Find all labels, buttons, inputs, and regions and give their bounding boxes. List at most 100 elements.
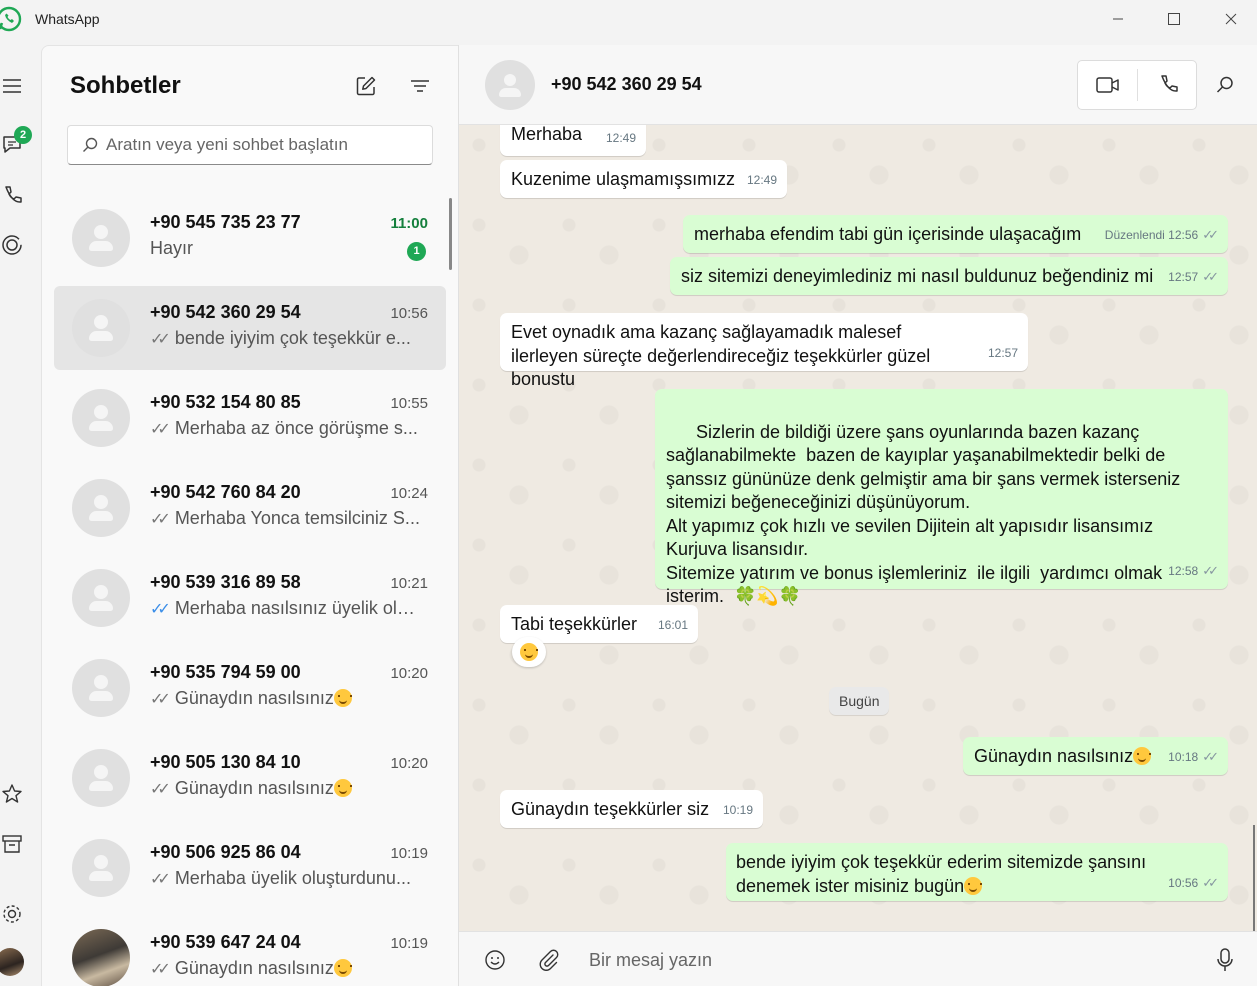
chat-preview-text: Günaydın nasılsınız <box>174 958 334 978</box>
message-time: 10:19 <box>722 802 753 817</box>
status-nav-button[interactable] <box>0 233 24 257</box>
chat-list-item[interactable]: +90 539 316 89 58 10:21 ✓✓ Merhaba nasılsın… <box>54 556 446 640</box>
chat-contact-name: +90 532 154 80 85 <box>150 392 301 412</box>
chat-list-item[interactable]: +90 545 735 23 77 11:00 Hayır 1 <box>54 196 446 280</box>
emoji-icon <box>485 950 505 970</box>
emoji-button[interactable] <box>483 948 507 972</box>
star-icon <box>2 784 22 803</box>
archived-chats-button[interactable] <box>0 832 24 856</box>
contact-name[interactable]: +90 542 360 29 54 <box>551 74 702 95</box>
chat-last-message: ✓✓ Günaydın nasılsınız <box>150 958 420 979</box>
message-text: siz sitemizi deneyimlediniz mi nasıl bul… <box>681 266 1154 286</box>
message-bubble-incoming[interactable]: Merhaba 12:49 <box>500 125 646 156</box>
conversation-scrollbar[interactable] <box>1253 825 1255 931</box>
message-bubble-outgoing[interactable]: Günaydın nasılsınız 10:18 ✓✓ <box>963 737 1228 775</box>
smiling-emoji-icon <box>964 876 983 895</box>
contact-avatar <box>72 479 130 537</box>
voice-call-button[interactable] <box>1138 61 1197 109</box>
conversation-header[interactable]: +90 542 360 29 54 <box>459 45 1257 125</box>
chat-list-item[interactable]: +90 535 794 59 00 10:20 ✓✓ Günaydın nasılsı… <box>54 646 446 730</box>
message-bubble-incoming[interactable]: Evet oynadık ama kazanç sağlayamadık mal… <box>500 313 1028 389</box>
settings-button[interactable] <box>0 902 24 926</box>
chat-preview-text: Merhaba Yonca temsilciniz S... <box>174 508 420 528</box>
chat-last-message: ✓✓ Merhaba Yonca temsilciniz S... <box>150 508 420 529</box>
voice-message-button[interactable] <box>1213 948 1237 972</box>
archive-icon <box>2 835 22 853</box>
delivered-receipt-icon: ✓✓ <box>150 691 171 708</box>
contact-avatar[interactable] <box>485 60 535 110</box>
chat-contact-name: +90 542 360 29 54 <box>150 302 301 322</box>
unread-count-badge: 1 <box>407 242 426 261</box>
contact-avatar <box>72 569 130 627</box>
chat-timestamp: 10:56 <box>390 305 428 322</box>
chat-timestamp: 10:19 <box>390 935 428 952</box>
message-bubble-incoming[interactable]: Kuzenime ulaşmamışsımızz 12:49 <box>500 160 787 198</box>
search-icon <box>83 137 98 152</box>
chat-search-box[interactable] <box>67 125 433 165</box>
filter-icon <box>411 80 429 92</box>
close-window-button[interactable] <box>1211 4 1251 34</box>
message-time: 16:01 <box>657 617 688 632</box>
attach-button[interactable] <box>537 948 561 972</box>
search-icon <box>1216 76 1233 93</box>
chat-search-input[interactable] <box>106 126 426 164</box>
chat-list-item[interactable]: +90 542 760 84 20 10:24 ✓✓ Merhaba Yonca te… <box>54 466 446 550</box>
chat-list-item[interactable]: +90 539 647 24 04 10:19 ✓✓ Günaydın nasılsı… <box>54 916 446 986</box>
chat-timestamp: 10:20 <box>390 755 428 772</box>
message-input[interactable] <box>589 940 1189 980</box>
message-time: 10:56 ✓✓ <box>1168 874 1219 890</box>
conversation-panel: +90 542 360 29 54 Merhaba 12:49 Kuzenime… <box>458 45 1257 986</box>
delivered-receipt-icon: ✓✓ <box>150 421 171 438</box>
chat-list-scrollbar[interactable] <box>449 198 452 270</box>
message-bubble-outgoing[interactable]: Sizlerin de bildiği üzere şans oyunların… <box>655 389 1228 606</box>
chat-last-message: ✓✓ Merhaba az önce görüşme s... <box>150 418 420 439</box>
chat-list-item[interactable]: +90 532 154 80 85 10:55 ✓✓ Merhaba az önce … <box>54 376 446 460</box>
maximize-button[interactable] <box>1154 4 1194 34</box>
filter-chats-button[interactable] <box>408 74 432 98</box>
message-time: 12:57 ✓✓ <box>1168 268 1219 284</box>
message-time: 12:49 <box>605 130 636 145</box>
contact-avatar <box>72 929 130 986</box>
chat-contact-name: +90 505 130 84 10 <box>150 752 301 772</box>
smiling-emoji-icon <box>1133 747 1152 765</box>
chat-contact-name: +90 539 647 24 04 <box>150 932 301 952</box>
smiling-emoji-icon <box>333 689 352 707</box>
chat-last-message: ✓✓ Merhaba nasılsınız üyelik olu... <box>150 598 420 619</box>
close-icon <box>1225 13 1237 25</box>
whatsapp-logo-icon <box>0 6 22 32</box>
profile-avatar[interactable] <box>0 948 24 976</box>
video-camera-icon <box>1095 77 1119 93</box>
chat-timestamp: 11:00 <box>390 215 428 232</box>
smiling-emoji-icon <box>333 959 352 977</box>
minimize-button[interactable] <box>1098 4 1138 34</box>
message-bubble-outgoing[interactable]: merhaba efendim tabi gün içerisinde ulaş… <box>683 215 1228 253</box>
message-text: merhaba efendim tabi gün içerisinde ulaş… <box>694 224 1082 244</box>
contact-avatar <box>72 749 130 807</box>
message-text: Günaydın teşekkürler siz <box>511 799 710 819</box>
chats-unread-badge: 2 <box>14 126 32 144</box>
delivered-receipt-icon: ✓✓ <box>150 331 171 348</box>
message-area: Merhaba 12:49 Kuzenime ulaşmamışsımızz 1… <box>459 125 1257 931</box>
menu-button[interactable] <box>0 74 24 98</box>
message-reaction[interactable] <box>512 637 546 667</box>
message-bubble-incoming[interactable]: Günaydın teşekkürler siz 10:19 <box>500 790 763 828</box>
chat-preview-text: Günaydın nasılsınız <box>174 688 334 708</box>
chat-preview-text: Hayır <box>150 238 194 258</box>
video-call-button[interactable] <box>1078 61 1137 109</box>
message-time: 12:49 <box>746 172 777 187</box>
chat-list-item[interactable]: +90 505 130 84 10 10:20 ✓✓ Günaydın nasılsı… <box>54 736 446 820</box>
chat-timestamp: 10:20 <box>390 665 428 682</box>
message-text: Tabi teşekkürler <box>511 614 638 634</box>
new-chat-button[interactable] <box>354 74 378 98</box>
calls-nav-button[interactable] <box>0 183 24 207</box>
microphone-icon <box>1217 948 1233 971</box>
message-bubble-outgoing[interactable]: siz sitemizi deneyimlediniz mi nasıl bul… <box>670 257 1228 295</box>
app-title: WhatsApp <box>35 11 100 27</box>
chat-list-item[interactable]: +90 506 925 86 04 10:19 ✓✓ Merhaba üyelik o… <box>54 826 446 910</box>
search-in-chat-button[interactable] <box>1213 73 1237 97</box>
starred-messages-button[interactable] <box>0 782 24 806</box>
message-text: bende iyiyim çok teşekkür ederim sitemiz… <box>736 852 1147 896</box>
chat-list-item[interactable]: +90 542 360 29 54 10:56 ✓✓ bende iyiyim çok… <box>54 286 446 370</box>
smiling-emoji-icon <box>520 643 538 661</box>
message-bubble-outgoing[interactable]: bende iyiyim çok teşekkür ederim sitemiz… <box>726 843 1228 901</box>
